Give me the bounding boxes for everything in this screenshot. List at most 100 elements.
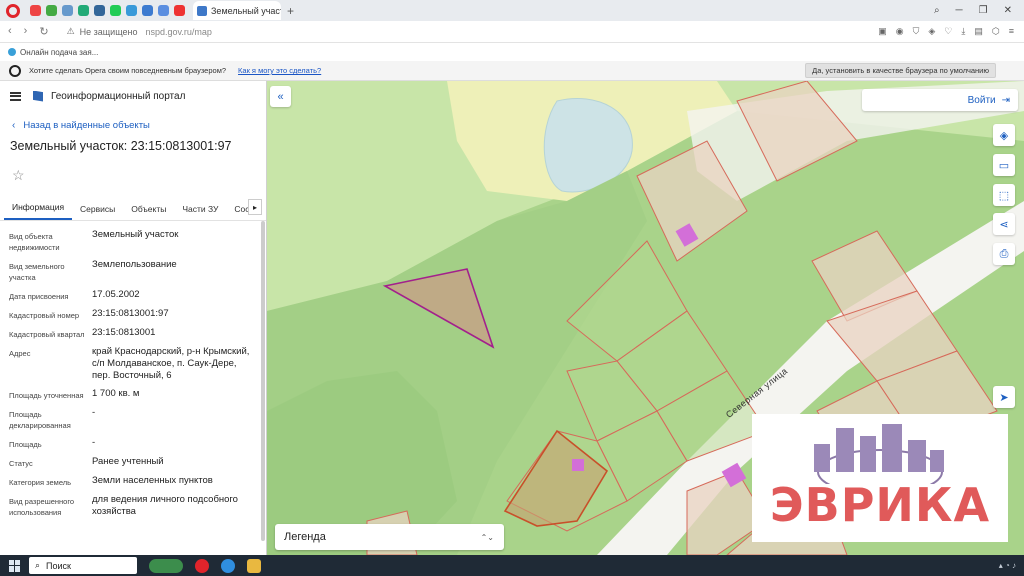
login-label: Войти: [967, 94, 996, 106]
watermark-text: ЭВРИКА: [769, 478, 991, 532]
measure-button[interactable]: ▭: [993, 154, 1015, 176]
portal-name: Геоинформационный портал: [51, 90, 186, 102]
taskbar-search[interactable]: ⌕ Поиск: [29, 557, 137, 574]
property-value: край Краснодарский, р-н Крымский, с/п Мо…: [92, 346, 250, 381]
property-row: Дата присвоения 17.05.2002: [9, 289, 266, 302]
extension-icon[interactable]: ◈: [928, 26, 935, 37]
property-value: 17.05.2002: [92, 289, 140, 300]
opera-icon: [9, 64, 21, 77]
file-explorer-icon[interactable]: [247, 558, 261, 573]
tabs-scroll-right-icon[interactable]: ▸: [248, 199, 262, 215]
property-row: Площадь -: [9, 437, 266, 450]
expand-collapse-icon: ⌃⌄: [480, 532, 494, 542]
pinned-site-icon[interactable]: [158, 5, 169, 16]
property-row: Вид земельного участка Землепользование: [9, 259, 266, 283]
navigation-arrow-icon: ➤: [999, 391, 1009, 404]
property-row: Адрес край Краснодарский, р-н Крымский, с…: [9, 346, 266, 382]
pinned-sites: [30, 5, 185, 16]
pinned-site-icon[interactable]: [142, 5, 153, 16]
print-icon: ⎙: [999, 247, 1009, 260]
city-globe-logo-icon: [814, 424, 944, 495]
edge-icon[interactable]: [221, 558, 235, 573]
tab-services[interactable]: Сервисы: [72, 204, 123, 220]
ruler-icon: ▭: [998, 159, 1010, 172]
shield-icon[interactable]: ⛉: [913, 26, 920, 37]
camera-icon[interactable]: ◉: [896, 26, 904, 37]
system-tray: ▴ ◔ ♪: [998, 561, 1016, 570]
warning-lock-icon[interactable]: ⚠: [67, 26, 75, 37]
property-value: Земельный участок: [92, 229, 179, 240]
whatsapp-icon[interactable]: [110, 5, 121, 16]
share-button[interactable]: ⋖: [993, 213, 1015, 235]
opera-taskbar-icon[interactable]: [195, 558, 209, 573]
tower: [930, 450, 944, 472]
bookmark-item[interactable]: Онлайн подача зая...: [20, 48, 98, 57]
hamburger-menu-icon[interactable]: [10, 91, 21, 101]
search-icon: ⌕: [35, 560, 41, 570]
property-key: Площадь: [9, 440, 42, 449]
legend-dropdown[interactable]: Легенда ⌃⌄: [275, 524, 504, 550]
pinned-site-icon[interactable]: [62, 5, 73, 16]
windows-start-icon[interactable]: [9, 559, 21, 572]
bookmark-favicon-icon: [8, 48, 16, 56]
back-to-results-link[interactable]: ‹ Назад в найденные объекты: [0, 111, 266, 139]
login-button[interactable]: Войти ⇥: [862, 89, 1018, 111]
widgets-icon[interactable]: [149, 558, 183, 573]
property-key: Категория земель: [9, 478, 72, 487]
print-button[interactable]: ⎙: [993, 243, 1015, 265]
property-list: Вид объекта недвижимости Земельный участо…: [0, 229, 266, 518]
infobar-link[interactable]: Как я могу это сделать?: [238, 66, 321, 75]
maximize-icon[interactable]: ❐: [979, 5, 988, 16]
forward-icon[interactable]: ›: [24, 25, 28, 38]
minimize-icon[interactable]: ─: [956, 5, 963, 16]
property-key: Площадь уточненная: [9, 391, 84, 400]
url-field[interactable]: ⚠ Не защищено nspd.gov.ru/map: [67, 26, 212, 37]
pinned-site-icon[interactable]: [30, 5, 41, 16]
pinned-site-icon[interactable]: [46, 5, 57, 16]
property-row: Категория земель Земли населенных пунктов: [9, 475, 266, 488]
new-tab-button[interactable]: +: [287, 4, 294, 18]
download-icon[interactable]: ⤓: [961, 26, 965, 37]
tower: [814, 444, 830, 472]
legend-label: Легенда: [284, 531, 326, 543]
chevron-left-icon: ‹: [12, 119, 16, 131]
select-area-button[interactable]: ⬚: [993, 184, 1015, 206]
heart-icon[interactable]: ♡: [944, 26, 952, 37]
wallet-icon[interactable]: ▤: [974, 26, 983, 37]
maps-pin-icon[interactable]: [174, 5, 185, 16]
pinned-site-icon[interactable]: [78, 5, 89, 16]
property-value: Ранее учтенный: [92, 456, 164, 467]
property-value: 1 700 кв. м: [92, 388, 140, 399]
watermark-logo: ЭВРИКА: [752, 414, 1008, 542]
reload-icon[interactable]: ↻: [39, 25, 48, 38]
login-arrow-icon: ⇥: [1001, 94, 1010, 106]
pinned-site-icon[interactable]: [94, 5, 105, 16]
layers-button[interactable]: ◈: [993, 124, 1015, 146]
collapse-panel-button[interactable]: «: [270, 86, 291, 107]
telegram-icon[interactable]: [126, 5, 137, 16]
favorite-star-icon[interactable]: ☆: [0, 167, 266, 187]
back-icon[interactable]: ‹: [8, 25, 12, 38]
layers-icon: ◈: [999, 129, 1009, 142]
locate-button[interactable]: ➤: [993, 386, 1015, 408]
tab-information[interactable]: Информация: [4, 202, 73, 220]
active-tab[interactable]: Земельный участок, Кр ✕: [193, 1, 281, 20]
property-row: Вид объекта недвижимости Земельный участо…: [9, 229, 266, 253]
property-value: 23:15:0813001:97: [92, 308, 169, 319]
close-window-icon[interactable]: ✕: [1004, 5, 1012, 16]
menu-icon[interactable]: ≡: [1009, 26, 1014, 37]
panel-scrollbar[interactable]: [261, 221, 265, 541]
tab-parts[interactable]: Части ЗУ: [174, 204, 226, 220]
taskbar-search-label: Поиск: [46, 560, 71, 571]
select-area-icon: ⬚: [998, 189, 1010, 202]
opera-logo-icon[interactable]: [6, 3, 20, 18]
property-row: Площадь декларированная -: [9, 407, 266, 431]
extensions-cube-icon[interactable]: ⬡: [992, 26, 1000, 37]
tower: [882, 424, 902, 472]
tab-objects[interactable]: Объекты: [123, 204, 174, 220]
property-key: Кадастровый номер: [9, 311, 80, 320]
set-default-button[interactable]: Да, установить в качестве браузера по ум…: [805, 63, 996, 78]
search-tabs-icon[interactable]: ⌕: [934, 5, 940, 16]
translate-icon[interactable]: ▣: [878, 26, 887, 37]
browser-tab-bar: Земельный участок, Кр ✕ + ⌕ ─ ❐ ✕: [0, 0, 1024, 21]
